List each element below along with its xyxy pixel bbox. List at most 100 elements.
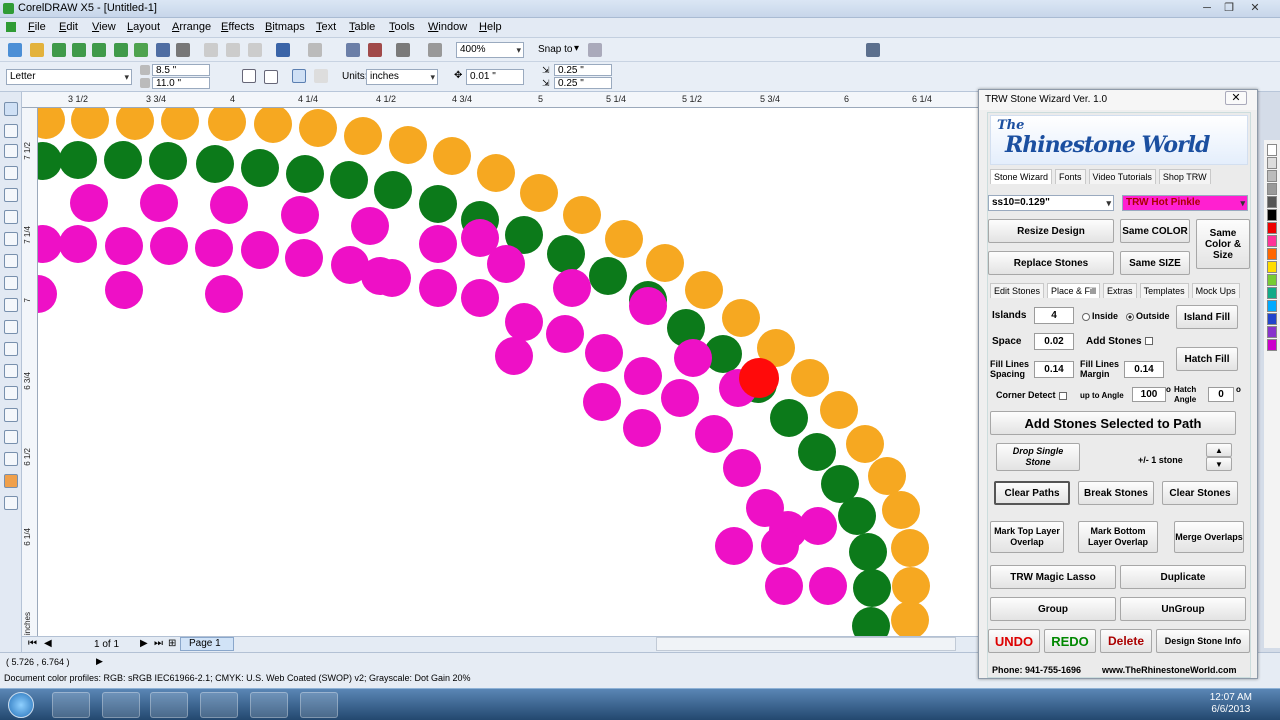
rhinestone[interactable] [210,186,248,224]
rhinestone[interactable] [495,337,533,375]
rhinestone[interactable] [891,601,929,636]
menu-arrange[interactable]: Arrange [172,21,211,33]
rhinestone[interactable] [585,334,623,372]
save-icon[interactable] [156,43,170,57]
rhinestone[interactable] [722,299,760,337]
corner-detect-checkbox[interactable] [1058,391,1067,400]
rhinestone[interactable] [38,108,65,139]
rhinestone[interactable] [674,339,712,377]
rhinestone[interactable] [149,142,187,180]
all-pages-icon[interactable] [292,69,306,83]
menu-file[interactable]: File [28,21,46,33]
dell-taskbar-icon[interactable] [102,692,140,718]
options-icon[interactable] [588,43,602,57]
corner-detect-option[interactable]: Corner Detect [996,390,1067,400]
rhinestone[interactable] [38,225,62,263]
rhinestone[interactable] [646,244,684,282]
width-field[interactable]: 8.5 " [152,64,210,76]
add-page-icon[interactable]: ⊞ [168,638,176,649]
swatch-none[interactable] [1267,144,1277,156]
paste-icon[interactable] [248,43,262,57]
break-stones-button[interactable]: Break Stones [1078,481,1154,505]
rhinestone[interactable] [770,399,808,437]
smart-fill-icon[interactable] [4,210,18,224]
hatch-angle-field[interactable]: 0 [1208,387,1234,402]
rhinestone[interactable] [433,137,471,175]
group-button[interactable]: Group [990,597,1116,621]
rhinestone[interactable] [623,409,661,447]
rhinestone[interactable] [723,449,761,487]
rhinestone[interactable] [59,141,97,179]
tab-stone-wizard[interactable]: Stone Wizard [990,169,1053,184]
add-stones-option[interactable]: Add Stones [1086,336,1153,347]
rhinestone[interactable] [739,358,779,398]
swatch[interactable] [1267,248,1277,260]
shape-tool-icon[interactable] [4,124,18,138]
tab-fonts[interactable]: Fonts [1055,169,1086,184]
rhinestone[interactable] [798,433,836,471]
swatch[interactable] [1267,209,1277,221]
basic-shapes-icon[interactable] [4,298,18,312]
undo-button[interactable]: UNDO [988,629,1040,653]
rhinestone[interactable] [820,391,858,429]
explorer-taskbar-icon[interactable] [52,692,90,718]
doc-icon[interactable] [6,22,16,32]
close-icon[interactable]: ✕ [1225,91,1247,105]
menu-text[interactable]: Text [316,21,336,33]
inside-radio[interactable] [1082,312,1090,321]
rhinestone[interactable] [205,275,243,313]
last-page-icon[interactable]: ⏭ [154,638,163,649]
rhinestone[interactable] [821,465,859,503]
rhinestone[interactable] [71,108,109,139]
rhinestone[interactable] [105,227,143,265]
rhinestone[interactable] [477,154,515,192]
website-link[interactable]: www.TheRhinestoneWorld.com [1102,665,1237,675]
rhinestone[interactable] [330,161,368,199]
tab-place-fill[interactable]: Place & Fill [1047,283,1101,298]
horizontal-scrollbar[interactable] [656,637,956,651]
excel-taskbar-icon[interactable] [150,692,188,718]
duplicate-button[interactable]: Duplicate [1120,565,1246,589]
tab-shop-trw[interactable]: Shop TRW [1158,169,1211,184]
delete-button[interactable]: Delete [1100,629,1152,653]
same-size-button[interactable]: Same SIZE [1120,251,1190,275]
color-profiles[interactable]: Document color profiles: RGB: sRGB IEC61… [4,673,471,683]
island-fill-button[interactable]: Island Fill [1176,305,1238,329]
rhinestone[interactable] [846,425,884,463]
decrease-stone-button[interactable]: ▼ [1206,457,1232,471]
rhinestone[interactable] [852,607,890,636]
rhinestone[interactable] [281,196,319,234]
tab-templates[interactable]: Templates [1139,283,1189,298]
rhinestone[interactable] [761,527,799,565]
swatch[interactable] [1267,235,1277,247]
height-field[interactable]: 11.0 " [152,77,210,89]
dimension-tool-icon[interactable] [4,364,18,378]
snap-to-label[interactable]: Snap to [538,44,572,55]
resize-design-button[interactable]: Resize Design [988,219,1114,243]
text-tool-icon[interactable] [4,320,18,334]
rectangle-tool-icon[interactable] [4,232,18,246]
rhinestone[interactable] [605,220,643,258]
app-taskbar-icon[interactable] [300,692,338,718]
nudge-field[interactable]: 0.01 " [466,69,524,85]
tab-video-tutorials[interactable]: Video Tutorials [1088,169,1156,184]
rhinestone[interactable] [374,171,412,209]
clear-stones-button[interactable]: Clear Stones [1162,481,1238,505]
outside-option[interactable]: Outside [1126,311,1170,321]
rhinestone[interactable] [891,529,929,567]
mark-top-overlap-button[interactable]: Mark Top Layer Overlap [990,521,1064,553]
mark-bottom-overlap-button[interactable]: Mark Bottom Layer Overlap [1078,521,1158,553]
crop-tool-icon[interactable] [4,144,18,158]
rhinestone[interactable] [882,491,920,529]
rhinestone[interactable] [208,108,246,141]
tab-edit-stones[interactable]: Edit Stones [990,283,1045,298]
rhinestone[interactable] [286,155,324,193]
rhinestone[interactable] [254,108,292,143]
corel-taskbar-icon[interactable] [250,692,288,718]
replace-stones-button[interactable]: Replace Stones [988,251,1114,275]
start-button-icon[interactable] [8,692,34,718]
rhinestone[interactable] [553,269,591,307]
rhinestone[interactable] [195,229,233,267]
rhinestone[interactable] [791,359,829,397]
export-icon[interactable] [92,43,106,57]
